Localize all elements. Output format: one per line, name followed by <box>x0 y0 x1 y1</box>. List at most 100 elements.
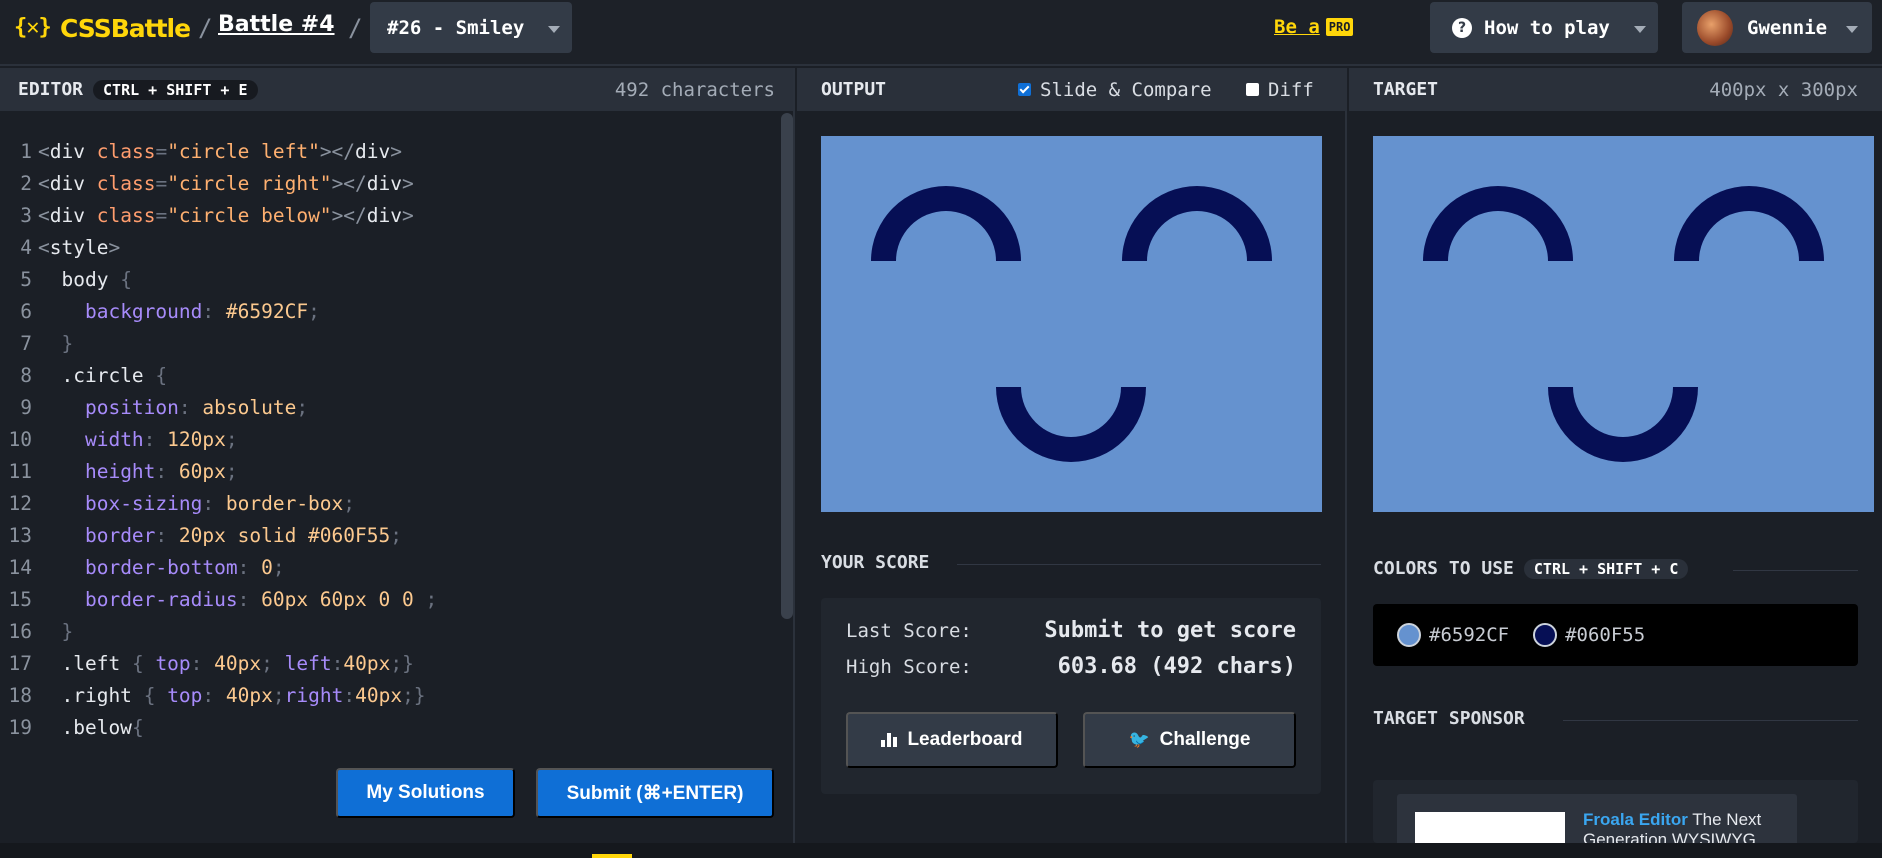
color-code: #060F55 <box>1565 624 1646 646</box>
colors-list: #6592CF #060F55 <box>1373 604 1858 666</box>
diff-checkbox[interactable] <box>1246 83 1259 96</box>
sponsor-text: Froala Editor The Next Generation WYSIWY… <box>1583 810 1783 843</box>
bottom-indicator <box>592 854 632 858</box>
color-code: #6592CF <box>1429 624 1510 646</box>
editor-shortcut: CTRL + SHIFT + E <box>93 79 258 100</box>
output-canvas[interactable] <box>821 136 1322 512</box>
diff-toggle[interactable]: Diff <box>1246 68 1314 111</box>
left-eye-arc <box>1423 186 1573 261</box>
user-name: Gwennie <box>1747 16 1828 39</box>
divider <box>1563 720 1858 721</box>
bar-chart-icon <box>881 733 898 747</box>
diff-label: Diff <box>1268 78 1314 101</box>
code-line: 4 <style> <box>20 236 121 259</box>
leaderboard-button[interactable]: Leaderboard <box>846 712 1058 768</box>
slide-compare-toggle[interactable]: Slide & Compare <box>1018 68 1212 111</box>
code-line: 19 .below{ <box>8 716 144 739</box>
divider <box>957 564 1321 565</box>
code-line: 18 .right { top: 40px;right:40px;} <box>8 684 426 707</box>
pro-badge: PRO <box>1325 18 1354 36</box>
last-score-value: Submit to get score <box>1044 618 1296 643</box>
chevron-down-icon <box>1634 26 1646 33</box>
color-dot <box>1533 623 1558 647</box>
mouth-arc <box>996 387 1146 462</box>
sponsor-image <box>1415 812 1565 843</box>
code-line: 8 .circle { <box>20 364 168 387</box>
code-line: 6 background: #6592CF; <box>20 300 320 323</box>
output-panel: OUTPUT Slide & Compare Diff YOUR SCORE L… <box>797 68 1347 843</box>
code-line: 17 .left { top: 40px; left:40px;} <box>8 652 414 675</box>
twitter-icon: 🐦 <box>1128 730 1150 750</box>
colors-to-use-title: COLORS TO USE CTRL + SHIFT + C <box>1373 558 1689 579</box>
code-line: 12 box-sizing: border-box; <box>8 492 356 515</box>
right-eye-arc <box>1674 186 1824 261</box>
breadcrumb-separator: / <box>198 14 213 42</box>
high-score-value: 603.68 (492 chars) <box>1057 654 1296 679</box>
code-line: 11 height: 60px; <box>8 460 238 483</box>
code-editor[interactable]: 1 <div class="circle left"></div> 2 <div c… <box>0 136 780 744</box>
top-bar: {✕} CSSBattle / Battle #4 / #26 - Smiley… <box>0 0 1882 66</box>
target-dimensions: 400px x 300px <box>1709 78 1858 101</box>
code-line: 2 <div class="circle right"></div> <box>20 172 414 195</box>
how-to-play-label: How to play <box>1484 16 1610 39</box>
code-line: 14 border-bottom: 0; <box>8 556 285 579</box>
slide-compare-checkbox[interactable] <box>1018 83 1031 96</box>
mouth-arc <box>1548 387 1698 462</box>
sponsor-brand: Froala Editor <box>1583 810 1688 829</box>
code-line: 5 body { <box>20 268 132 291</box>
code-line: 9 position: absolute; <box>20 396 309 419</box>
be-a-text: Be a <box>1274 16 1320 38</box>
sponsor-box: Froala Editor The Next Generation WYSIWY… <box>1373 780 1858 843</box>
target-canvas <box>1373 136 1874 512</box>
submit-button[interactable]: Submit (⌘+ENTER) <box>536 768 774 818</box>
code-line: 7 } <box>20 332 74 355</box>
be-pro-link[interactable]: Be a PRO <box>1274 16 1354 38</box>
logo-mark-icon: {✕} <box>14 15 52 40</box>
colors-shortcut: CTRL + SHIFT + C <box>1523 558 1689 579</box>
leaderboard-label: Leaderboard <box>907 729 1023 750</box>
high-score-label: High Score: <box>846 656 972 678</box>
color-dot <box>1397 623 1421 647</box>
challenge-label: Challenge <box>1159 729 1251 750</box>
code-line: 3 <div class="circle below"></div> <box>20 204 414 227</box>
logo-text: CSSBattle <box>60 13 191 43</box>
user-menu[interactable]: Gwennie <box>1682 2 1872 53</box>
target-select-dropdown[interactable]: #26 - Smiley <box>370 2 572 53</box>
question-icon: ? <box>1452 17 1472 38</box>
target-sponsor-title: TARGET SPONSOR <box>1373 708 1525 729</box>
code-line: 10 width: 120px; <box>8 428 238 451</box>
chevron-down-icon <box>1846 26 1858 33</box>
code-line: 13 border: 20px solid #060F55; <box>8 524 402 547</box>
challenge-button[interactable]: 🐦 Challenge <box>1083 712 1296 768</box>
code-line: 1 <div class="circle left"></div> <box>20 140 403 163</box>
my-solutions-button[interactable]: My Solutions <box>336 768 515 818</box>
target-select-label: #26 - Smiley <box>387 16 525 39</box>
output-title: OUTPUT <box>821 79 887 100</box>
color-swatch[interactable]: #6592CF <box>1397 623 1509 647</box>
bottom-bar <box>0 843 1882 858</box>
code-line: 16 } <box>8 620 74 643</box>
color-swatch[interactable]: #060F55 <box>1533 623 1645 647</box>
colors-to-use-label: COLORS TO USE <box>1373 558 1514 579</box>
score-box: Last Score: Submit to get score High Sco… <box>821 598 1321 794</box>
last-score-label: Last Score: <box>846 620 972 642</box>
divider <box>1733 570 1858 571</box>
target-title: TARGET <box>1373 79 1439 100</box>
chevron-down-icon <box>548 26 560 33</box>
target-panel: TARGET 400px x 300px COLORS TO USE CTRL … <box>1349 68 1882 843</box>
right-eye-arc <box>1122 186 1272 261</box>
cssbattle-logo[interactable]: {✕} CSSBattle <box>14 12 191 44</box>
editor-title: EDITOR <box>18 79 84 100</box>
how-to-play-button[interactable]: ? How to play <box>1430 2 1658 53</box>
sponsor-card[interactable]: Froala Editor The Next Generation WYSIWY… <box>1397 794 1797 843</box>
breadcrumb-separator: / <box>348 14 363 42</box>
slide-compare-label: Slide & Compare <box>1040 78 1212 101</box>
char-count: 492 characters <box>614 78 775 101</box>
battle-link[interactable]: Battle #4 <box>218 12 335 37</box>
your-score-title: YOUR SCORE <box>821 552 930 573</box>
left-eye-arc <box>871 186 1021 261</box>
editor-header: EDITOR CTRL + SHIFT + E 492 characters <box>0 68 793 111</box>
editor-panel: EDITOR CTRL + SHIFT + E 492 characters 1… <box>0 68 795 843</box>
editor-scrollbar[interactable] <box>781 113 793 619</box>
code-line: 15 border-radius: 60px 60px 0 0 ; <box>8 588 438 611</box>
